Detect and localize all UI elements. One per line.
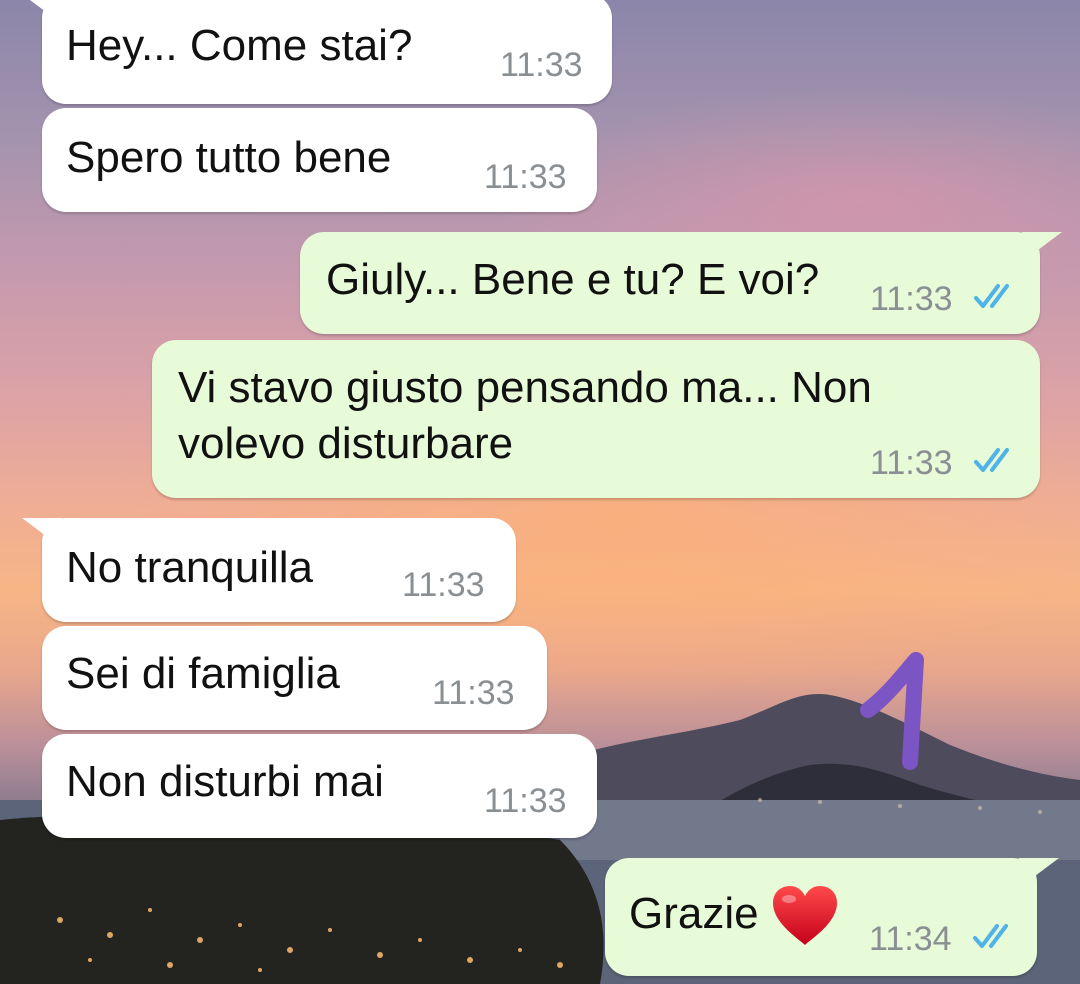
message-text: Sei di famiglia xyxy=(66,649,340,698)
outgoing-message[interactable]: Giuly... Bene e tu? E voi? 11:33 xyxy=(300,232,1062,334)
message-text: Grazie xyxy=(629,878,841,950)
message-time: 11:33 xyxy=(484,782,567,820)
incoming-message[interactable]: Non disturbi mai 11:33 xyxy=(42,734,597,838)
message-text: Non disturbi mai xyxy=(66,757,384,806)
message-text: Giuly... Bene e tu? E voi? xyxy=(326,255,820,304)
double-check-read-icon xyxy=(974,448,1009,472)
outgoing-message[interactable]: Vi stavo giusto pensando ma... Non volev… xyxy=(152,340,1040,498)
outgoing-message[interactable]: Grazie 11:34 xyxy=(605,858,1059,976)
message-time: 11:33 xyxy=(402,566,485,604)
message-time: 11:33 xyxy=(484,158,567,196)
incoming-message[interactable]: Spero tutto bene 11:33 xyxy=(42,108,597,212)
message-time: 11:33 xyxy=(870,280,953,318)
message-text-line-1: Vi stavo giusto pensando ma... Non xyxy=(178,363,872,412)
bubble-tail xyxy=(30,0,62,24)
message-time: 11:33 xyxy=(432,674,515,712)
handwritten-number-annotation xyxy=(860,652,924,770)
message-time: 11:34 xyxy=(869,920,952,958)
message-time: 11:33 xyxy=(870,444,953,482)
double-check-read-icon xyxy=(974,284,1009,308)
message-text-line-2: volevo disturbare xyxy=(178,419,514,468)
message-text: Hey... Come stai? xyxy=(66,21,413,70)
red-heart-emoji-icon xyxy=(772,886,837,946)
incoming-message[interactable]: No tranquilla 11:33 xyxy=(22,518,516,622)
double-check-read-icon xyxy=(973,924,1008,948)
message-text: Spero tutto bene xyxy=(66,133,392,182)
bubble-tail xyxy=(22,518,62,548)
message-time: 11:33 xyxy=(500,46,583,84)
message-text-word: Grazie xyxy=(629,889,759,938)
incoming-message[interactable]: Hey... Come stai? 11:33 xyxy=(30,0,612,104)
bubble-tail xyxy=(1019,858,1059,888)
message-text: No tranquilla xyxy=(66,543,314,592)
incoming-message[interactable]: Sei di famiglia 11:33 xyxy=(42,626,547,730)
bubble-tail xyxy=(1022,232,1062,262)
